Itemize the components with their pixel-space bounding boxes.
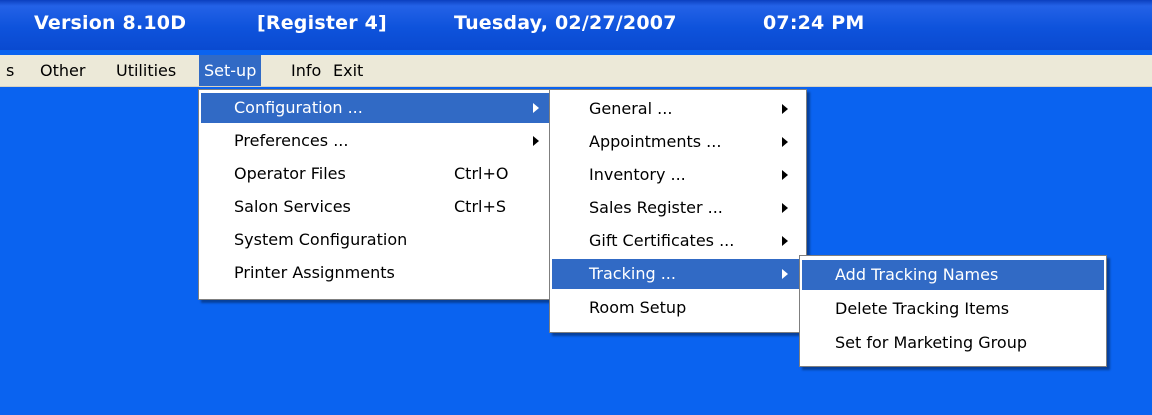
menu-bar: s Other Utilities Set-up Info Exit bbox=[0, 55, 1152, 87]
menu-setup[interactable]: Set-up bbox=[199, 55, 262, 86]
menu-item-label: Tracking ... bbox=[589, 264, 676, 283]
menu-item-label: Sales Register ... bbox=[589, 198, 723, 217]
submenu-arrow-icon bbox=[782, 269, 788, 279]
menu-item-set-for-marketing-group[interactable]: Set for Marketing Group bbox=[802, 328, 1104, 358]
submenu-arrow-icon bbox=[782, 104, 788, 114]
menu-item-shortcut: Ctrl+O bbox=[454, 164, 509, 183]
menu-item-gift-certificates[interactable]: Gift Certificates ... bbox=[552, 226, 804, 256]
tracking-submenu: Add Tracking Names Delete Tracking Items… bbox=[799, 255, 1107, 367]
menu-item-label: Delete Tracking Items bbox=[835, 299, 1010, 318]
menu-item-label: General ... bbox=[589, 99, 673, 118]
menu-item-shortcut: Ctrl+S bbox=[454, 197, 507, 216]
menu-item-label: Printer Assignments bbox=[234, 263, 395, 282]
menu-item-room-setup[interactable]: Room Setup bbox=[552, 293, 804, 323]
menu-item-label: Room Setup bbox=[589, 298, 687, 317]
menu-item-add-tracking-names[interactable]: Add Tracking Names bbox=[802, 260, 1104, 290]
menu-item-label: Add Tracking Names bbox=[835, 265, 999, 284]
submenu-arrow-icon bbox=[533, 136, 539, 146]
menu-item-label: System Configuration bbox=[234, 230, 408, 249]
title-bar: Version 8.10D [Register 4] Tuesday, 02/2… bbox=[0, 0, 1152, 50]
menu-item-sales-register[interactable]: Sales Register ... bbox=[552, 193, 804, 223]
menu-other[interactable]: Other bbox=[35, 55, 90, 86]
menu-item-salon-services[interactable]: Salon Services Ctrl+S bbox=[201, 192, 552, 222]
submenu-arrow-icon bbox=[782, 203, 788, 213]
app-version: Version 8.10D bbox=[34, 12, 187, 34]
submenu-arrow-icon bbox=[782, 170, 788, 180]
menu-item-label: Inventory ... bbox=[589, 165, 686, 184]
menu-item-label: Preferences ... bbox=[234, 131, 349, 150]
menu-exit[interactable]: Exit bbox=[328, 55, 368, 86]
menu-item-preferences[interactable]: Preferences ... bbox=[201, 126, 552, 156]
submenu-arrow-icon bbox=[533, 103, 539, 113]
menu-item-operator-files[interactable]: Operator Files Ctrl+O bbox=[201, 159, 552, 189]
menu-item-label: Configuration ... bbox=[234, 98, 363, 117]
menu-utilities[interactable]: Utilities bbox=[111, 55, 181, 86]
register-label: [Register 4] bbox=[257, 12, 387, 34]
menu-item-printer-assignments[interactable]: Printer Assignments bbox=[201, 258, 552, 288]
submenu-arrow-icon bbox=[782, 236, 788, 246]
menu-item-inventory[interactable]: Inventory ... bbox=[552, 160, 804, 190]
menu-partial-item[interactable]: s bbox=[1, 55, 19, 86]
current-time: 07:24 PM bbox=[763, 12, 865, 34]
menu-item-appointments[interactable]: Appointments ... bbox=[552, 127, 804, 157]
menu-item-label: Appointments ... bbox=[589, 132, 722, 151]
menu-info[interactable]: Info bbox=[286, 55, 326, 86]
menu-item-label: Set for Marketing Group bbox=[835, 333, 1027, 352]
menu-item-delete-tracking-items[interactable]: Delete Tracking Items bbox=[802, 294, 1104, 324]
menu-item-general[interactable]: General ... bbox=[552, 94, 804, 124]
menu-item-system-configuration[interactable]: System Configuration bbox=[201, 225, 552, 255]
setup-menu: Configuration ... Preferences ... Operat… bbox=[198, 89, 555, 300]
configuration-submenu: General ... Appointments ... Inventory .… bbox=[549, 89, 807, 333]
current-date: Tuesday, 02/27/2007 bbox=[454, 12, 677, 34]
submenu-arrow-icon bbox=[782, 137, 788, 147]
menu-item-label: Gift Certificates ... bbox=[589, 231, 735, 250]
menu-item-configuration[interactable]: Configuration ... bbox=[201, 93, 552, 123]
menu-item-label: Salon Services bbox=[234, 197, 351, 216]
menu-item-label: Operator Files bbox=[234, 164, 346, 183]
menu-item-tracking[interactable]: Tracking ... bbox=[552, 259, 804, 289]
